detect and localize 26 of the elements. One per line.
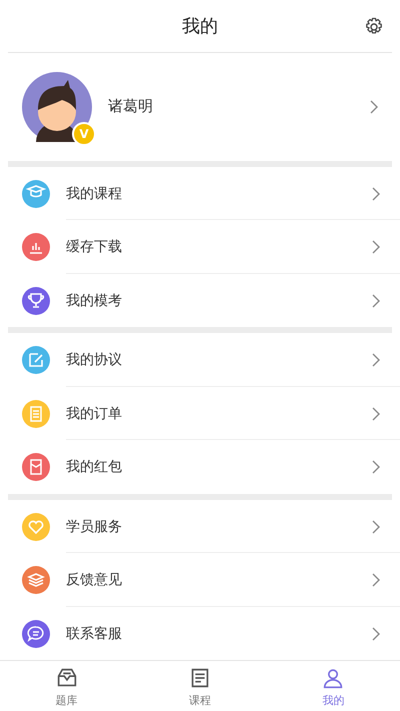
user-name: 诸葛明 [108, 97, 154, 116]
avatar-drawing [22, 72, 92, 142]
chevron-right-icon [372, 573, 380, 588]
chevron-right-icon [372, 240, 380, 254]
chevron-right-icon [370, 100, 378, 114]
chevron-right-icon [372, 186, 380, 201]
menu-item[interactable]: 学员服务 [0, 500, 400, 554]
chevron-right-icon [372, 520, 380, 534]
nav-tab[interactable]: 课程 [133, 661, 267, 711]
chevron-right-icon [372, 353, 380, 368]
chevron-right-icon [372, 460, 380, 474]
menu-item[interactable]: 我的订单 [0, 386, 400, 440]
menu-item[interactable]: 联系客服 [0, 606, 400, 660]
menu-item[interactable]: 我的红包 [0, 440, 400, 494]
menu-item[interactable]: 我的协议 [0, 333, 400, 387]
menu-item[interactable]: 缓存下载 [0, 220, 400, 274]
nav-tab[interactable]: 题库 [0, 661, 134, 711]
chevron-right-icon [372, 406, 380, 421]
menu-item[interactable]: 反馈意见 [0, 553, 400, 607]
nav-tab[interactable]: 我的 [266, 661, 400, 711]
chevron-right-icon [372, 626, 380, 641]
chevron-right-icon [372, 294, 380, 308]
menu-item[interactable]: 我的模考 [0, 274, 400, 328]
menu-item[interactable]: 我的课程 [0, 166, 400, 220]
vip-badge: V [72, 122, 96, 146]
page-title: 我的 [182, 14, 218, 38]
